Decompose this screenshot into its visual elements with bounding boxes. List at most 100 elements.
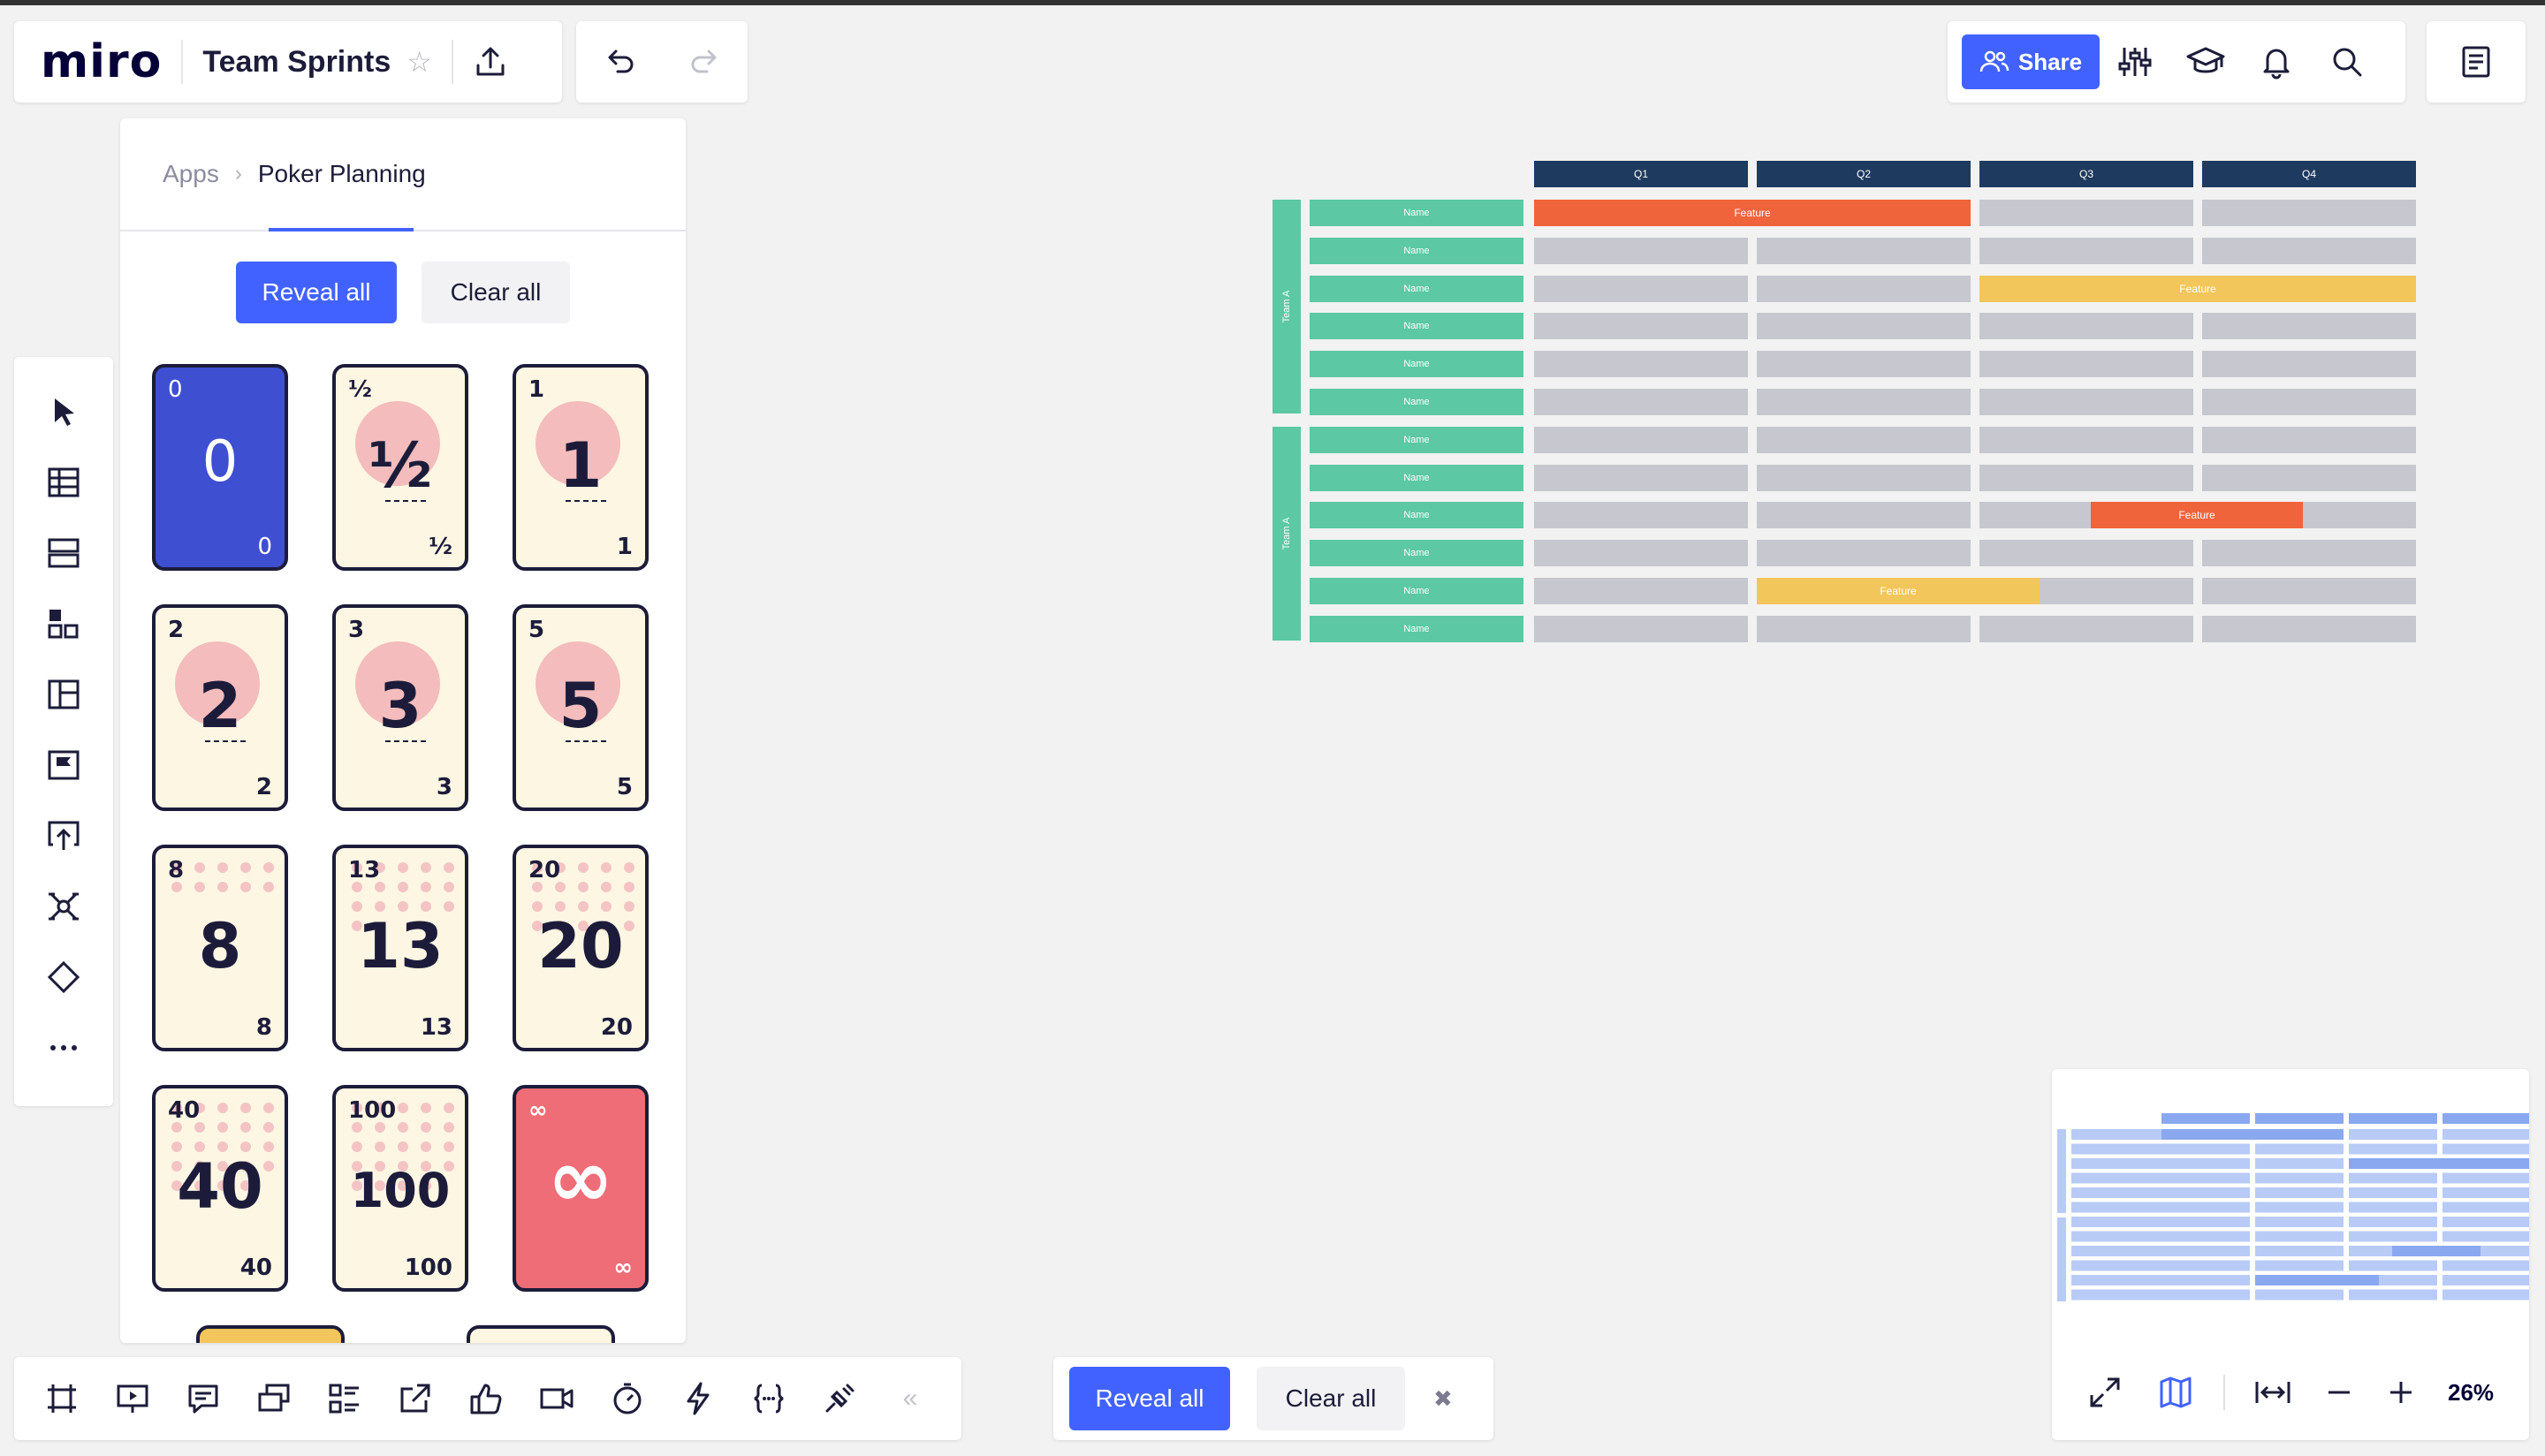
presentation-icon[interactable] [97,1363,168,1434]
grid-cell [1757,502,1971,529]
card-partial[interactable] [196,1325,345,1343]
row-name: Name [1310,237,1523,264]
quarter-header: Q1 [1534,161,1748,187]
code-braces-icon[interactable] [733,1363,804,1434]
mind-map-icon[interactable] [28,871,99,942]
clear-all-button[interactable]: Clear all [1257,1367,1405,1430]
fit-width-icon[interactable] [2237,1357,2308,1428]
timer-icon[interactable] [592,1363,663,1434]
list-icon[interactable] [309,1363,380,1434]
search-icon[interactable] [2312,34,2382,89]
board-title[interactable]: Team Sprints [202,45,391,80]
minimap-cell [2442,1202,2531,1213]
card-value-mid: 13 [357,910,444,982]
card-dot [444,882,454,892]
settings-sliders-icon[interactable] [2100,34,2170,89]
poker-card-6[interactable]: 8 8 8 [152,845,288,1051]
notes-panel-button[interactable] [2427,21,2526,102]
close-icon[interactable]: ✖ [1433,1385,1453,1413]
zoom-level[interactable]: 26% [2448,1379,2494,1407]
minimap-feature [2392,1246,2480,1256]
grid-cell [2202,426,2416,453]
breadcrumb-apps[interactable]: Apps [163,160,219,188]
select-cursor-icon[interactable] [28,376,99,447]
cards-icon[interactable] [239,1363,309,1434]
frame-icon[interactable] [27,1363,97,1434]
shapes-group-icon[interactable] [28,588,99,659]
card-value-tl: ∞ [528,1097,548,1124]
poker-card-11[interactable]: ∞ ∞ ∞ [513,1085,649,1292]
minimap-cell [2442,1143,2531,1155]
collapse-chevrons-icon[interactable]: « [875,1363,946,1434]
poker-card-8[interactable]: 20 20 20 [513,845,649,1051]
minimap-row-name [2071,1202,2161,1213]
card-value-br: 20 [600,1014,633,1041]
poker-card-7[interactable]: 13 13 13 [332,845,468,1051]
poker-card-2[interactable]: 111 [513,364,649,571]
templates-icon[interactable] [28,518,99,588]
zoom-out-icon[interactable] [2308,1357,2370,1428]
minimap-row-name [2071,1129,2161,1140]
card-dot [240,882,251,892]
share-button[interactable]: Share [1962,34,2100,89]
minimap-feature [2349,1158,2531,1169]
kanban-icon[interactable] [28,659,99,730]
divider [451,40,453,84]
grid-cell [2202,237,2416,264]
diamond-shape-icon[interactable] [28,942,99,1012]
card-value-mid: 0 [201,429,239,495]
poker-card-4[interactable]: 3 3 3 [332,604,468,811]
row-name: Name [1310,540,1523,567]
poker-card-3[interactable]: 2 2 2 [152,604,288,811]
minimap-cell [2255,1202,2344,1213]
clear-all-button[interactable]: Clear all [422,262,570,323]
plugin-icon[interactable] [804,1363,875,1434]
breadcrumb-poker-planning[interactable]: Poker Planning [258,160,426,188]
card-value-br: ∞ [613,1255,633,1281]
feature-bar: Feature [1979,275,2416,302]
star-icon[interactable]: ☆ [406,45,432,79]
frame-flag-icon[interactable] [28,730,99,800]
row-name: Name [1310,464,1523,491]
card-dot [624,862,634,873]
video-camera-icon[interactable] [521,1363,592,1434]
poker-card-9[interactable]: 40 40 40 [152,1085,288,1292]
minimap-preview[interactable] [2052,1069,2531,1334]
reveal-all-button[interactable]: Reveal all [236,262,397,323]
bell-icon[interactable] [2241,34,2312,89]
minimap-cell [2255,1246,2344,1256]
card-partial[interactable] [467,1325,615,1343]
learning-cap-icon[interactable] [2170,34,2241,89]
poker-card-1[interactable]: ½ ½ ½ [332,364,468,571]
table-icon[interactable] [28,447,99,518]
grid-cell [1534,578,1748,604]
minimap-cell [2442,1289,2531,1301]
map-icon[interactable] [2140,1357,2211,1428]
roadmap-board[interactable]: Q1 Q2 Q3 Q4 Name Name Name Name Name Name Name Name… [1272,161,2418,645]
zoom-in-icon[interactable] [2370,1357,2432,1428]
poker-card-5[interactable]: 5 5 5 [513,604,649,811]
feature-bar: Feature [2091,502,2303,529]
more-icon[interactable] [28,1012,99,1083]
undo-icon[interactable] [602,44,637,80]
poker-card-10[interactable]: 100 100 100 [332,1085,468,1292]
miro-logo[interactable]: miro [41,35,162,88]
comments-icon[interactable] [168,1363,239,1434]
card-decor-dots [171,862,274,892]
redo-icon[interactable] [688,44,723,80]
card-dot [240,1122,251,1133]
poker-reveal-bar: Reveal all Clear all ✖ [1053,1357,1493,1440]
fullscreen-icon[interactable] [2070,1357,2140,1428]
export-icon[interactable] [473,44,508,80]
reveal-all-button[interactable]: Reveal all [1069,1367,1230,1430]
minimap-cell [2161,1143,2250,1155]
upload-icon[interactable] [28,800,99,871]
card-dot [444,1141,454,1152]
poker-card-0[interactable]: 000 [152,364,288,571]
card-value-br: 5 [616,774,633,800]
lightning-icon[interactable] [663,1363,733,1434]
grid-cell [1534,540,1748,567]
share-screen-icon[interactable] [380,1363,451,1434]
thumbs-up-icon[interactable] [451,1363,521,1434]
minimap-cell [2255,1172,2344,1184]
